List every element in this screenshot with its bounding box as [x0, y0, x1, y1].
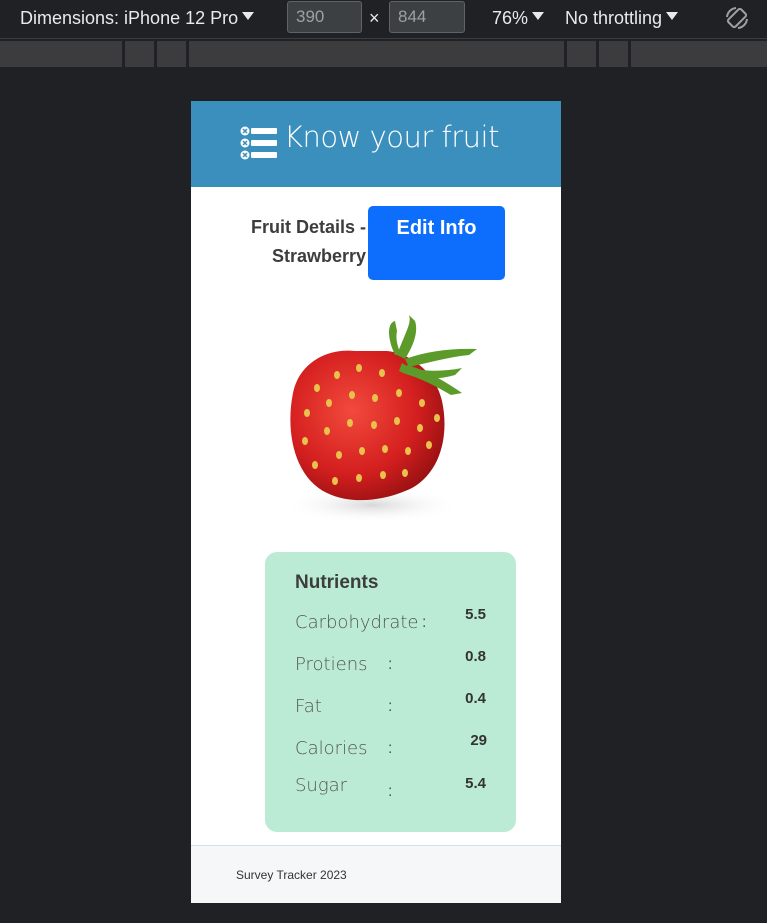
nutrients-card: Nutrients Carbohydrate : 5.5 Protiens : …	[265, 552, 516, 832]
nutrient-name: Protiens	[295, 654, 368, 675]
device-viewport: Know your fruit Fruit Details - Strawber…	[191, 101, 561, 903]
nutrient-name: Carbohydrate	[295, 612, 419, 633]
width-input[interactable]: 390	[287, 1, 362, 33]
nutrient-separator: :	[388, 698, 393, 715]
nutrient-separator: :	[388, 740, 393, 757]
footer: Survey Tracker 2023	[191, 845, 561, 903]
nutrient-value: 5.4	[465, 775, 486, 792]
nutrient-row: Calories : 29	[265, 732, 516, 768]
ruler-segment[interactable]	[186, 41, 565, 67]
ruler-segment[interactable]	[154, 41, 187, 67]
app-header: Know your fruit	[191, 101, 561, 187]
zoom-dropdown[interactable]: 76%	[492, 8, 545, 29]
footer-text: Survey Tracker 2023	[236, 868, 347, 882]
nutrient-row: Carbohydrate : 5.5	[265, 606, 516, 642]
zoom-label: 76%	[492, 8, 529, 28]
throttling-label: No throttling	[565, 8, 663, 28]
ruler-segment[interactable]	[564, 41, 597, 67]
chevron-down-icon	[666, 12, 679, 20]
nutrient-separator: :	[388, 783, 393, 800]
app-title: Know your fruit	[284, 120, 499, 154]
rotate-device-icon[interactable]	[724, 5, 750, 31]
nutrients-title: Nutrients	[295, 572, 379, 593]
nutrient-value: 29	[470, 732, 487, 749]
throttling-dropdown[interactable]: No throttling	[565, 8, 679, 29]
ruler-segment[interactable]	[596, 41, 629, 67]
ruler-segment[interactable]	[122, 41, 155, 67]
nutrient-value: 0.4	[465, 690, 486, 707]
strawberry-image	[237, 293, 523, 541]
nutrient-row: Fat : 0.4	[265, 690, 516, 726]
nutrient-separator: :	[388, 656, 393, 673]
nutrient-separator: :	[422, 614, 427, 631]
nutrient-name: Sugar	[295, 775, 348, 796]
chevron-down-icon	[532, 12, 545, 20]
nutrient-row: Sugar : 5.4	[265, 775, 516, 805]
checklist-icon	[240, 126, 277, 160]
edit-info-button[interactable]: Edit Info	[368, 206, 505, 280]
ruler-segment[interactable]	[628, 41, 631, 67]
nutrient-value: 0.8	[465, 648, 486, 665]
nutrient-name: Calories	[295, 738, 368, 759]
nutrient-value: 5.5	[465, 606, 486, 623]
nutrient-row: Protiens : 0.8	[265, 648, 516, 684]
times-symbol: ×	[369, 8, 380, 28]
height-input[interactable]: 844	[389, 1, 465, 33]
devtools-toolbar: Dimensions: iPhone 12 Pro 390 × 844 76% …	[0, 0, 767, 39]
dimensions-label: Dimensions: iPhone 12 Pro	[20, 8, 239, 28]
media-query-ruler	[0, 41, 767, 67]
fruit-details-title: Fruit Details - Strawberry	[250, 217, 366, 266]
nutrient-name: Fat	[295, 696, 322, 717]
dimensions-dropdown[interactable]: Dimensions: iPhone 12 Pro	[20, 8, 255, 29]
chevron-down-icon	[242, 12, 255, 20]
